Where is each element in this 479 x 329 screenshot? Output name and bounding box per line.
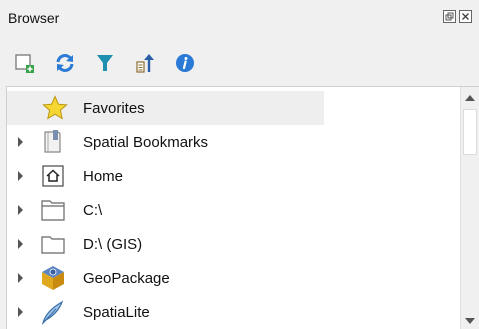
panel-title: Browser — [8, 10, 60, 26]
star-icon — [41, 94, 69, 122]
expand-arrow-icon[interactable] — [18, 307, 23, 317]
home-icon — [39, 162, 67, 190]
tree-item-label: Favorites — [83, 99, 145, 117]
add-selected-layers-icon[interactable] — [12, 50, 38, 76]
scroll-down-icon[interactable] — [465, 318, 475, 324]
tree-item-label: Home — [83, 167, 124, 185]
vertical-scrollbar[interactable] — [460, 87, 479, 329]
tree-item-label: D:\ (GIS) — [83, 235, 143, 253]
properties-info-icon[interactable] — [172, 50, 198, 76]
drive-folder-icon — [39, 196, 67, 224]
tree-item-favorites[interactable]: Favorites — [7, 91, 324, 125]
tree-item-label: GeoPackage — [83, 269, 170, 287]
refresh-icon[interactable] — [52, 50, 78, 76]
geopackage-icon — [39, 264, 67, 292]
tree-item-label: C:\ — [83, 201, 103, 219]
filter-icon[interactable] — [92, 50, 118, 76]
close-panel-icon[interactable] — [459, 10, 472, 23]
scroll-up-icon[interactable] — [465, 95, 475, 101]
tree-item-label: SpatiaLite — [83, 303, 150, 321]
tree-item-d-drive-gis[interactable]: D:\ (GIS) — [7, 227, 460, 261]
spatialite-feather-icon — [39, 298, 67, 326]
expand-arrow-icon[interactable] — [18, 273, 23, 283]
scroll-thumb[interactable] — [463, 109, 477, 155]
browser-toolbar — [0, 42, 479, 82]
tree-item-label: Spatial Bookmarks — [83, 133, 209, 151]
float-panel-icon[interactable] — [443, 10, 456, 23]
expand-arrow-icon[interactable] — [18, 239, 23, 249]
browser-tree-panel: Favorites Spatial Bookmarks Home C:\ D:\… — [6, 86, 479, 329]
folder-icon — [39, 230, 67, 258]
expand-arrow-icon[interactable] — [18, 171, 23, 181]
tree-item-spatialite[interactable]: SpatiaLite — [7, 295, 460, 329]
expand-arrow-icon[interactable] — [18, 137, 23, 147]
tree-item-geopackage[interactable]: GeoPackage — [7, 261, 460, 295]
panel-titlebar: Browser — [0, 0, 479, 40]
tree-item-home[interactable]: Home — [7, 159, 460, 193]
collapse-all-icon[interactable] — [132, 50, 158, 76]
tree-item-c-drive[interactable]: C:\ — [7, 193, 460, 227]
browser-tree: Favorites Spatial Bookmarks Home C:\ D:\… — [7, 87, 460, 329]
bookmark-icon — [39, 128, 67, 156]
expand-arrow-icon[interactable] — [18, 205, 23, 215]
tree-item-spatial-bookmarks[interactable]: Spatial Bookmarks — [7, 125, 460, 159]
